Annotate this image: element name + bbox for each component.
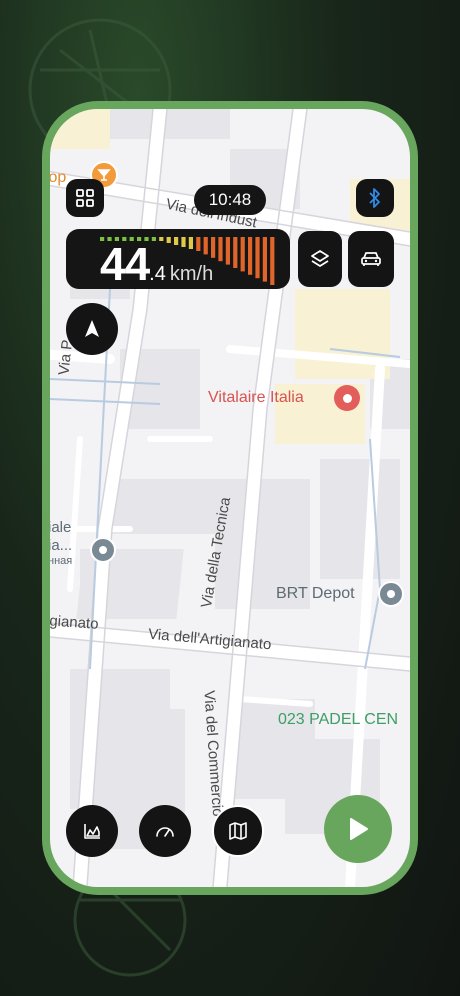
start-recording-button[interactable] [324,795,392,863]
layers-button[interactable] [298,231,342,287]
poi-label-padel[interactable]: 023 PADEL CEN [278,711,398,729]
stats-button[interactable] [66,805,118,857]
grid-icon [76,189,94,207]
speed-unit: km/h [169,263,214,285]
speed-bar-segment [262,237,267,282]
poi-label-left-line1: iale [50,519,72,536]
map-button[interactable] [212,805,264,857]
poi-label-vitalaire[interactable]: Vitalaire Italia [208,389,304,407]
speed-bar-segment [270,237,275,285]
speed-bar-segment [248,237,253,275]
speedometer-panel: 44 .4 km/h [66,229,290,289]
menu-grid-button[interactable] [66,179,104,217]
gauge-icon [156,827,174,837]
phone-frame: top Via dell'Indust Via P Via della Tecn… [42,101,418,895]
poi-grey-marker-left[interactable] [90,537,116,563]
app-screen: top Via dell'Indust Via P Via della Tecn… [50,109,410,887]
vehicle-button[interactable] [348,231,394,287]
poi-red-marker[interactable] [334,385,360,411]
bluetooth-icon [369,188,380,208]
poi-label-brt[interactable]: BRT Depot [276,585,355,603]
clock-pill: 10:48 [194,185,266,215]
speed-bar-segment [255,237,260,279]
clock-time: 10:48 [208,190,252,209]
poi-label-left-line3: нная [50,555,73,567]
speed-value-integer: 44 [100,238,150,290]
bluetooth-button[interactable] [356,179,394,217]
poi-label-top-left: top [50,169,67,186]
car-icon [361,252,381,266]
layers-icon [311,250,329,267]
speed-value-decimal: .4 [149,263,166,285]
recenter-compass-button[interactable] [66,303,118,355]
street-label-artigianato-left: igianato [50,612,100,633]
play-icon [350,818,368,840]
poi-grey-marker-brt[interactable] [378,581,404,607]
speed-bar-segment [240,237,245,272]
speed-bar-segment [233,237,238,268]
chart-icon [84,824,100,839]
gauge-button[interactable] [139,805,191,857]
marker-dot [99,546,107,554]
compass-arrow-icon [85,320,99,337]
poi-label-left-line2: ia... [50,537,73,554]
marker-dot [387,590,395,598]
marker-dot [342,393,352,403]
speed-bar-segment [218,237,223,262]
map-icon [229,822,247,840]
speed-bar-segment [225,237,230,265]
